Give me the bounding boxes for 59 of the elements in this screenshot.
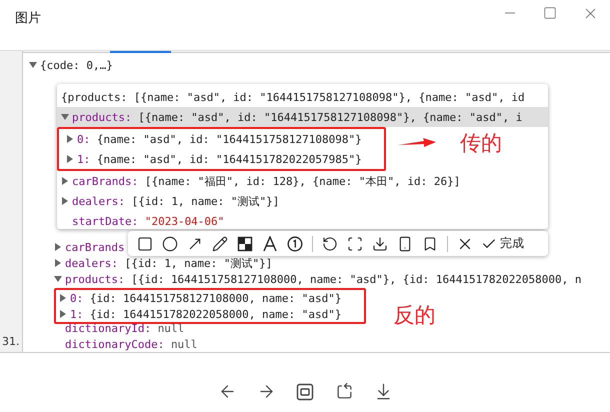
property-value: [{name: "福田", id: 128}, {name: "本田", id: 26}]	[144, 174, 460, 188]
disclosure-triangle-icon[interactable]	[59, 310, 67, 318]
property-value: [{id: 1, name: "测试"}]	[132, 194, 280, 208]
disclosure-triangle-icon[interactable]	[61, 177, 69, 185]
tree-row[interactable]: carBrands	[54, 239, 125, 255]
tree-row[interactable]: 0: {id: 1644151758127108000, name: "asd"}	[59, 290, 342, 306]
disclosure-triangle-icon[interactable]	[54, 259, 62, 267]
property-value: null	[170, 338, 198, 350]
property-key: products:	[72, 110, 132, 124]
tree-row[interactable]: dealers: [{id: 1, name: "测试"}]	[54, 255, 272, 271]
tree-row[interactable]: 0: {name: "asd", id: "1644151758127108098"}	[62, 129, 362, 149]
tree-row[interactable]: products: [{name: "asd", id: "1644151758127108098"}, {name: "asd", i	[57, 107, 548, 127]
property-value: [{id: 1644151758127108000, name: "asd"}, {id: 1644151782022058000, n	[131, 272, 582, 286]
property-key: carBrands:	[72, 174, 138, 188]
disclosure-triangle-icon[interactable]	[66, 135, 74, 143]
disclosure-triangle-icon[interactable]	[59, 294, 67, 302]
property-key: products:	[65, 272, 125, 286]
property-value: "2023-04-06"	[144, 214, 224, 228]
tree-row[interactable]: dealers: [{id: 1, name: "测试"}]	[57, 191, 280, 211]
property-key: 0:	[70, 292, 84, 304]
line-number: 31.	[2, 335, 20, 348]
property-value: {id: 1644151782022058000, name: "asd"}	[90, 308, 342, 320]
annotation-text: 反的	[394, 302, 436, 329]
property-key: dealers:	[65, 256, 118, 270]
tree-row[interactable]: {code: 0,…}	[29, 57, 113, 73]
tree-row[interactable]: 1: {id: 1644151782022058000, name: "asd"}	[59, 306, 342, 322]
property-key: dictionaryId:	[65, 322, 152, 334]
tree-row[interactable]: dictionaryCode: null	[54, 336, 198, 352]
property-value: [{name: "asd", id: "1644151758127108098"}, {name: "asd", i	[138, 110, 522, 124]
property-value: {code: 0,…}	[40, 58, 113, 72]
disclosure-triangle-icon[interactable]	[61, 113, 69, 121]
property-key: 1:	[70, 308, 84, 320]
annotation-text: 传的	[460, 130, 502, 157]
disclosure-triangle-icon[interactable]	[54, 243, 62, 251]
property-key: startDate:	[72, 214, 138, 228]
property-key: 1:	[77, 152, 90, 166]
tree-row[interactable]: 1: {name: "asd", id: "1644151782022057985"}	[62, 149, 362, 169]
tree-row[interactable]: dictionaryId: null	[54, 320, 184, 336]
property-value: null	[158, 322, 184, 334]
tree-row[interactable]: products: [{id: 1644151758127108000, name: "asd"}, {id: 1644151782022058000, n	[54, 271, 582, 287]
property-key: dictionaryCode:	[65, 338, 164, 350]
disclosure-triangle-icon[interactable]	[61, 197, 69, 205]
property-key: dealers:	[72, 194, 125, 208]
property-value: {id: 1644151758127108000, name: "asd"}	[90, 292, 342, 304]
property-value: {name: "asd", id: "1644151758127108098"}	[96, 132, 362, 146]
disclosure-triangle-icon[interactable]	[54, 275, 62, 283]
property-key: 0:	[77, 132, 90, 146]
window-title: 图片	[15, 9, 41, 27]
disclosure-triangle-icon[interactable]	[66, 155, 74, 163]
active-tab-indicator	[110, 51, 171, 53]
preview-summary: {products: [{name: "asd", id: "1644151758127108098"}, {name: "asd", id	[60, 90, 526, 106]
property-value: [{id: 1, name: "测试"}]	[124, 256, 272, 270]
disclosure-triangle-icon[interactable]	[29, 61, 37, 69]
property-value: {name: "asd", id: "1644151782022057985"}	[96, 152, 362, 166]
done-button[interactable]: 完成	[479, 232, 526, 254]
property-key: carBrands	[65, 240, 125, 254]
tree-row[interactable]: carBrands: [{name: "福田", id: 128}, {name: "本田", id: 26}]	[57, 171, 460, 191]
maximize-icon[interactable]	[543, 6, 557, 20]
tree-row[interactable]: startDate: "2023-04-06"	[57, 211, 224, 229]
